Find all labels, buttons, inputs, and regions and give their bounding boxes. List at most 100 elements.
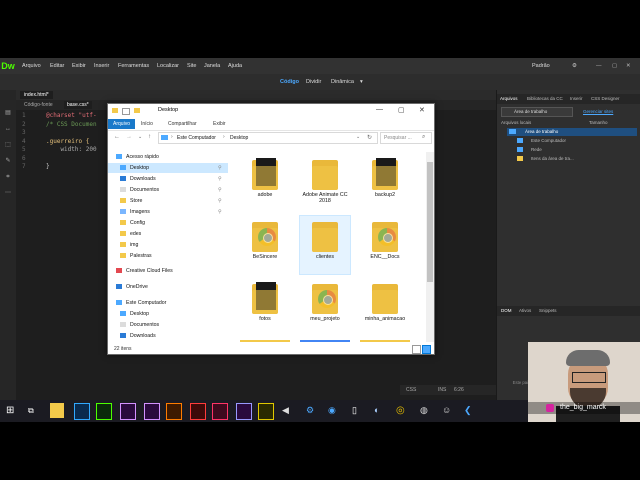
nav-item[interactable]: Downloads ⚲	[108, 174, 228, 184]
nav-item[interactable]: Palestras	[108, 251, 228, 261]
css-file-tab[interactable]: base.css*	[64, 101, 92, 109]
nav-item[interactable]: edes	[108, 229, 228, 239]
document-icon[interactable]: ▯	[352, 403, 366, 418]
tab-assets[interactable]: Ativos	[519, 308, 531, 313]
nav-item[interactable]: Downloads	[108, 331, 228, 341]
comment-icon[interactable]: ✎	[4, 158, 12, 164]
ribbon-tab-share[interactable]: Compartilhar	[168, 121, 197, 127]
code-line[interactable]: width: 200	[46, 146, 96, 153]
tree-item-desktop-items[interactable]: Itens da área de tra...	[511, 155, 637, 163]
details-view-icon[interactable]	[412, 345, 421, 354]
steam-icon[interactable]: ◐	[374, 403, 388, 418]
nav-item[interactable]: Store ⚲	[108, 196, 228, 206]
navigation-pane[interactable]: Acesso rápido Desktop ⚲ Downloads ⚲ Documento…	[108, 152, 231, 342]
animate-icon[interactable]	[190, 403, 206, 420]
tab-files[interactable]: Arquivos	[500, 96, 518, 101]
gear-icon[interactable]: ⚙	[572, 58, 577, 74]
pin-icon[interactable]: ⚲	[218, 185, 222, 195]
search-box[interactable]: Pesquisar ... ⌕	[380, 132, 432, 144]
back-arrow-icon[interactable]: ←	[114, 134, 120, 140]
folder-item[interactable]: adobe	[240, 154, 290, 212]
minimize-icon[interactable]: —	[596, 58, 602, 74]
chevron-down-icon[interactable]: ▾	[360, 74, 363, 90]
tab-cc-libraries[interactable]: Bibliotecas da CC	[527, 96, 563, 101]
select-icon[interactable]: ⬚	[4, 142, 12, 148]
language-indicator[interactable]: CSS	[406, 387, 416, 393]
file-explorer-icon[interactable]	[50, 403, 64, 418]
more-icon[interactable]: ⋯	[4, 190, 12, 196]
nav-item[interactable]: img	[108, 240, 228, 250]
pin-icon[interactable]: ⚲	[218, 196, 222, 206]
tab-dom[interactable]: DOM	[501, 308, 512, 313]
vertical-scrollbar[interactable]	[426, 152, 434, 342]
content-pane[interactable]: adobe Adobe Animate CC 2018 backup2 BeSince…	[230, 152, 434, 342]
tree-item-network[interactable]: Rede	[511, 146, 637, 154]
code-line[interactable]: }	[46, 163, 50, 170]
ribbon-tab-file[interactable]: Arquivo	[108, 119, 135, 129]
photoshop-icon[interactable]	[74, 403, 90, 420]
menu-site[interactable]: Site	[187, 58, 196, 74]
tree-item-desktop[interactable]: Área de trabalho	[507, 128, 637, 136]
live-view-button[interactable]: Dinâmica	[331, 74, 354, 90]
split-view-button[interactable]: Dividir	[306, 74, 321, 90]
folder-item[interactable]: backup2	[360, 154, 410, 212]
illustrator-icon[interactable]	[166, 403, 182, 420]
menu-editar[interactable]: Editar	[50, 58, 64, 74]
chat-icon[interactable]: ☺	[442, 403, 456, 418]
tree-item-computer[interactable]: Este Computador	[511, 137, 637, 145]
folder-item[interactable]: ENC__Docs	[360, 216, 410, 274]
source-code-tab[interactable]: Código-fonte	[24, 101, 53, 109]
edge-icon[interactable]: ◉	[328, 403, 342, 418]
github-icon[interactable]: ◍	[420, 403, 434, 418]
properties-icon[interactable]	[122, 108, 130, 115]
menu-inserir[interactable]: Inserir	[94, 58, 109, 74]
close-icon[interactable]: ✕	[419, 106, 425, 114]
chevron-down-icon[interactable]: ⌄	[356, 134, 360, 140]
nav-item[interactable]: Desktop ⚲	[108, 163, 228, 173]
document-tab[interactable]: index.html*	[20, 91, 53, 99]
chrome-icon[interactable]: ◎	[396, 403, 410, 418]
tag-icon[interactable]: ⌗	[4, 174, 12, 180]
tab-insert[interactable]: Inserir	[570, 96, 583, 101]
tab-css-designer[interactable]: CSS Designer	[591, 96, 620, 101]
folder-item[interactable]: fotos	[240, 278, 290, 336]
file-icon[interactable]: ▤	[4, 110, 12, 116]
column-local-files[interactable]: Arquivos locais	[501, 120, 531, 125]
address-bar[interactable]: › Este Computador › Desktop ⌄ ↻	[158, 132, 378, 144]
folder-item[interactable]: meu_projeto	[300, 278, 350, 336]
manage-sites-link[interactable]: Gerenciar sites	[583, 109, 613, 114]
chevron-down-icon[interactable]: ⌄	[138, 134, 142, 140]
code-line[interactable]: .guerreiro {	[46, 138, 89, 145]
after-effects-icon[interactable]	[120, 403, 136, 420]
muse-icon[interactable]	[258, 403, 274, 420]
minimize-icon[interactable]: —	[376, 106, 383, 113]
new-folder-icon[interactable]	[134, 108, 140, 113]
folder-item-partial[interactable]	[360, 340, 410, 342]
nav-item[interactable]: Documentos ⚲	[108, 185, 228, 195]
ribbon-tab-home[interactable]: Início	[141, 121, 153, 127]
forward-arrow-icon[interactable]: →	[126, 134, 132, 140]
large-icons-view-icon[interactable]	[422, 345, 431, 354]
vscode-icon[interactable]: ❮	[464, 403, 478, 418]
nav-item[interactable]: Documentos	[108, 320, 228, 330]
search-input[interactable]: Pesquisar ...	[384, 135, 412, 141]
ribbon-tab-view[interactable]: Exibir	[213, 121, 226, 127]
location-select[interactable]: Área de trabalho	[501, 107, 573, 117]
nav-item[interactable]: Creative Cloud Files	[108, 266, 228, 276]
menu-localizar[interactable]: Localizar	[157, 58, 179, 74]
breadcrumb-computer[interactable]: Este Computador	[177, 135, 216, 141]
nav-item[interactable]: Acesso rápido	[108, 152, 228, 162]
code-line[interactable]: /* CSS Documen	[46, 121, 97, 128]
pin-icon[interactable]: ⚲	[218, 174, 222, 184]
settings-icon[interactable]: ⚙	[306, 403, 320, 418]
folder-item[interactable]: minha_animacao	[360, 278, 410, 336]
refresh-icon[interactable]: ↻	[367, 134, 372, 141]
nav-item[interactable]: OneDrive	[108, 282, 228, 292]
code-line[interactable]: @charset "utf-	[46, 112, 97, 119]
up-arrow-icon[interactable]: ↑	[148, 134, 151, 140]
task-view-icon[interactable]: ⧉	[28, 403, 42, 418]
folder-item-partial[interactable]	[300, 340, 350, 342]
nav-item[interactable]: Desktop	[108, 309, 228, 319]
folder-item-partial[interactable]	[240, 340, 290, 342]
scrollbar-thumb[interactable]	[427, 162, 433, 282]
